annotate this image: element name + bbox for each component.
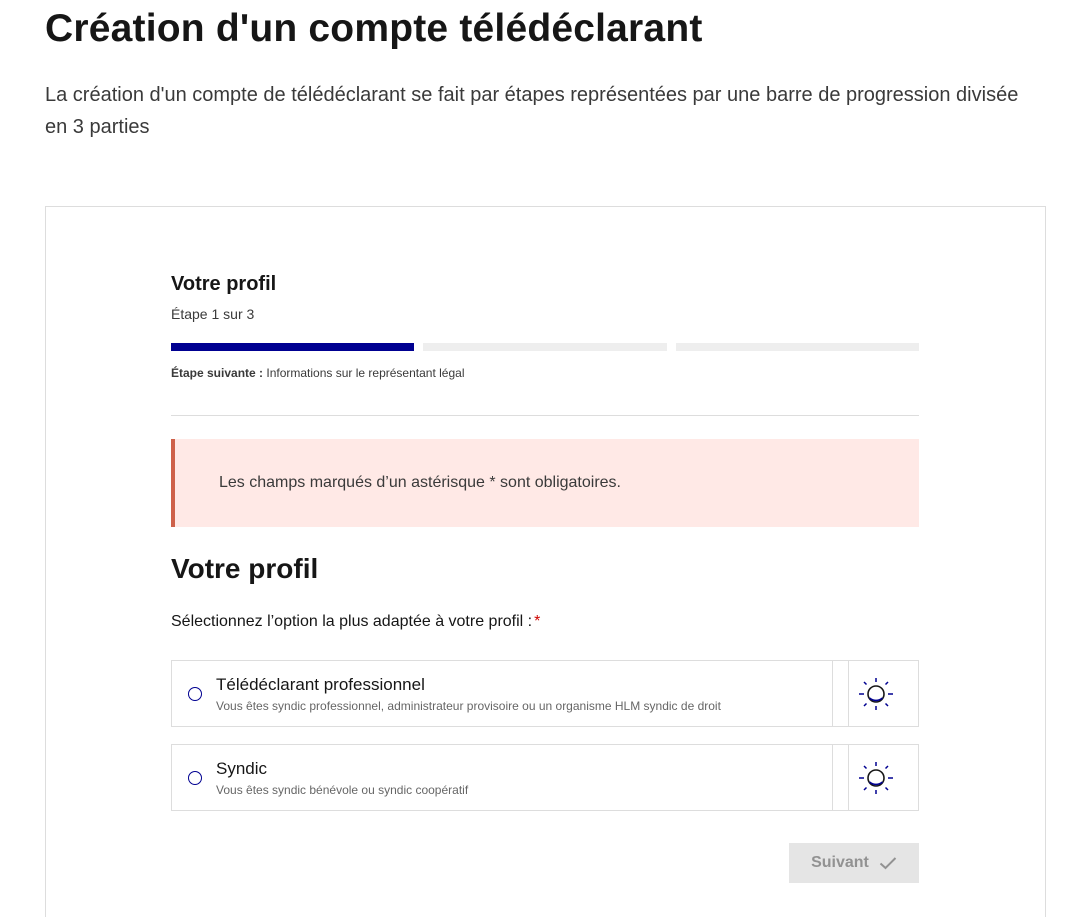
- tile-separator: [848, 745, 849, 810]
- stepper-segment-2: [423, 343, 667, 351]
- tile-separator: [832, 745, 833, 810]
- stepper-title: Votre profil: [171, 273, 277, 295]
- tile-separator: [832, 661, 833, 726]
- radio-button[interactable]: [188, 687, 202, 701]
- alert-text: Les champs marqués d’un astérisque * son…: [219, 474, 621, 491]
- radio-option-label: Télédéclarant professionnel: [216, 675, 425, 694]
- form-card: Votre profil Étape 1 sur 3 Étape suivant…: [45, 206, 1046, 917]
- stepper-next-value: Informations sur le représentant légal: [266, 366, 465, 380]
- stepper-segment-3: [675, 343, 919, 351]
- radio-option-teledeclarant-professionnel[interactable]: Télédéclarant professionnel Vous êtes sy…: [171, 660, 919, 727]
- page: Création d'un compte télédéclarant La cr…: [0, 0, 1072, 917]
- radio-option-label: Syndic: [216, 759, 268, 778]
- stepper-state: Étape 1 sur 3: [171, 306, 255, 322]
- page-title: Création d'un compte télédéclarant: [45, 7, 703, 50]
- page-intro: La création d'un compte de télédéclarant…: [45, 84, 1019, 138]
- radio-button[interactable]: [188, 771, 202, 785]
- legend-text: Sélectionnez l’option la plus adaptée à …: [171, 613, 533, 630]
- required-mark: *: [534, 613, 541, 630]
- check-icon: [879, 857, 897, 870]
- radio-option-hint: Vous êtes syndic bénévole ou syndic coop…: [216, 783, 469, 797]
- sun-icon: [859, 762, 893, 794]
- stepper-next-label: Étape suivante :: [171, 366, 264, 380]
- stepper-segment-1: [171, 343, 415, 351]
- next-button-label: Suivant: [811, 854, 869, 871]
- radio-group-legend: Sélectionnez l’option la plus adaptée à …: [171, 613, 540, 631]
- sun-icon: [859, 678, 893, 710]
- divider: [171, 415, 919, 416]
- stepper-progress: [171, 343, 919, 351]
- stepper-next-step: Étape suivante : Informations sur le rep…: [171, 366, 464, 380]
- section-title: Votre profil: [171, 553, 319, 584]
- required-fields-alert: Les champs marqués d’un astérisque * son…: [171, 439, 919, 527]
- radio-option-syndic[interactable]: Syndic Vous êtes syndic bénévole ou synd…: [171, 744, 919, 811]
- next-button[interactable]: Suivant: [789, 843, 919, 883]
- radio-option-hint: Vous êtes syndic professionnel, administ…: [216, 699, 721, 713]
- tile-separator: [848, 661, 849, 726]
